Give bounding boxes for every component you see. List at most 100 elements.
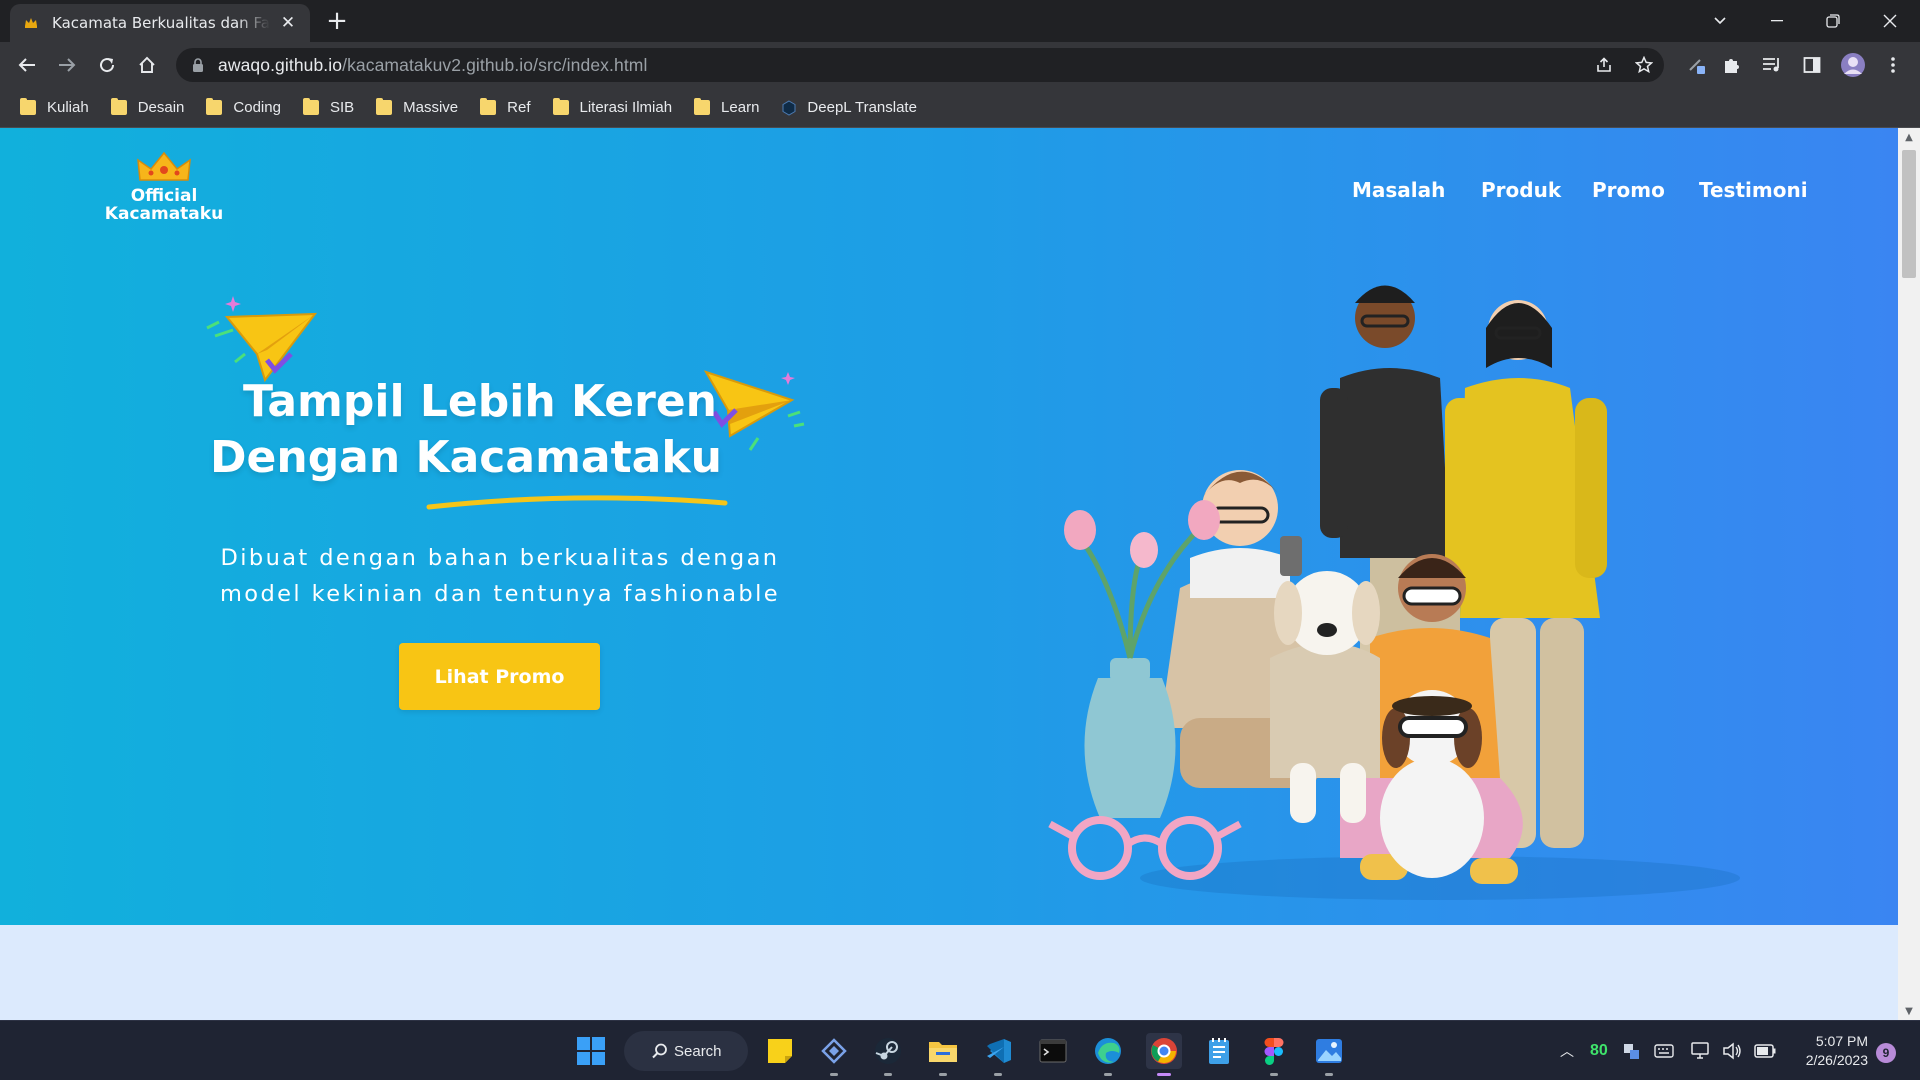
headline-underline (426, 495, 728, 510)
profile-avatar[interactable] (1838, 51, 1868, 79)
new-tab-button[interactable]: + (322, 8, 352, 34)
headline-line2: Dengan Kacamataku (210, 432, 722, 483)
figma-app[interactable] (1256, 1033, 1292, 1076)
close-window-button[interactable] (1870, 6, 1910, 36)
lihat-promo-button[interactable]: Lihat Promo (399, 643, 600, 710)
address-bar[interactable]: awaqo.github.io/kacamatakuv2.github.io/s… (176, 48, 1664, 82)
home-icon[interactable] (133, 51, 161, 79)
file-explorer-app[interactable] (925, 1033, 961, 1076)
folder-icon (694, 98, 711, 115)
figma-icon (1264, 1038, 1284, 1065)
hero-headline: Tampil Lebih Keren Dengan Kacamataku (210, 374, 850, 486)
tray-counter[interactable]: 80 (1590, 1042, 1608, 1060)
site-logo[interactable]: Official Kacamataku (96, 150, 232, 223)
minimize-button[interactable] (1757, 6, 1797, 36)
page-viewport: Official Kacamataku Masalah Produk Promo… (0, 128, 1920, 1020)
bookmark-folder[interactable]: SIB (302, 98, 354, 116)
scroll-down-icon[interactable]: ▼ (1898, 1002, 1920, 1020)
bookmark-folder[interactable]: Ref (480, 98, 531, 116)
bookmark-folder[interactable]: Kuliah (20, 98, 89, 116)
windows-logo-icon (577, 1037, 605, 1065)
tab-strip: Kacamata Berkualitas dan Fashionable ✕ + (0, 0, 1920, 42)
bookmark-folder[interactable]: Massive (376, 98, 458, 116)
extension-pen-icon[interactable] (1682, 51, 1712, 79)
hero-subtitle: Dibuat dengan bahan berkualitas dengan m… (219, 545, 780, 607)
network-icon[interactable] (1690, 1042, 1710, 1060)
vpn-app[interactable] (816, 1033, 852, 1076)
site-favicon-icon (25, 18, 37, 28)
browser-menu-icon[interactable] (1878, 51, 1908, 79)
steam-app[interactable] (870, 1033, 906, 1076)
restore-button[interactable] (1813, 6, 1853, 36)
scrollbar-thumb[interactable] (1902, 150, 1916, 278)
nav-link-testimoni[interactable]: Testimoni (1699, 178, 1808, 202)
browser-tab[interactable]: Kacamata Berkualitas dan Fashionable ✕ (10, 4, 310, 42)
keyboard-icon[interactable] (1654, 1044, 1674, 1058)
nav-link-masalah[interactable]: Masalah (1352, 178, 1445, 202)
steam-icon (875, 1038, 901, 1064)
back-icon[interactable] (13, 51, 41, 79)
bookmark-folder[interactable]: Coding (206, 98, 281, 116)
nav-link-promo[interactable]: Promo (1592, 178, 1665, 202)
share-icon[interactable] (1590, 48, 1618, 82)
volume-icon[interactable] (1722, 1042, 1742, 1060)
url-text: awaqo.github.io/kacamatakuv2.github.io/s… (218, 54, 648, 75)
hero-illustration (1048, 285, 1740, 900)
logo-text-line1: Official (130, 186, 198, 206)
folder-icon (206, 98, 223, 115)
notification-badge[interactable]: 9 (1876, 1043, 1896, 1063)
extensions-puzzle-icon[interactable] (1717, 51, 1747, 79)
tab-title: Kacamata Berkualitas dan Fashionable (52, 14, 270, 32)
hero-section: Official Kacamataku Masalah Produk Promo… (0, 128, 1898, 925)
deepl-icon (782, 99, 796, 116)
terminal-icon (1039, 1039, 1067, 1063)
sticky-notes-app[interactable] (762, 1033, 798, 1069)
tab-search-icon[interactable] (1700, 6, 1740, 36)
bookmark-folder[interactable]: Desain (110, 98, 184, 116)
dog-with-sunglasses (1380, 690, 1484, 878)
crown-icon (137, 151, 191, 181)
tray-app-icon[interactable] (1622, 1042, 1640, 1060)
folder-icon (552, 98, 569, 115)
chrome-icon (1151, 1038, 1177, 1064)
bookmark-folder[interactable]: Literasi Ilmiah (552, 98, 672, 116)
vscode-app[interactable] (980, 1033, 1016, 1076)
media-queue-icon[interactable] (1757, 51, 1787, 79)
battery-icon[interactable] (1754, 1044, 1776, 1058)
windows-taskbar: Search ︿ 80 5:07 PM 2/26/2023 9 (0, 1020, 1920, 1080)
photos-app[interactable] (1311, 1033, 1347, 1076)
folder-icon (20, 98, 36, 115)
edge-icon (1095, 1038, 1121, 1064)
system-clock[interactable]: 5:07 PM 2/26/2023 (1790, 1032, 1868, 1070)
clock-time: 5:07 PM (1815, 1033, 1868, 1049)
nav-link-produk[interactable]: Produk (1481, 178, 1561, 202)
bookmark-link[interactable]: DeepL Translate (781, 99, 917, 116)
scroll-up-icon[interactable]: ▲ (1898, 128, 1920, 146)
photos-icon (1316, 1039, 1342, 1063)
reload-icon[interactable] (93, 51, 121, 79)
folder-icon (480, 98, 497, 115)
side-panel-icon[interactable] (1797, 51, 1827, 79)
forward-icon[interactable] (53, 51, 81, 79)
notepad-app[interactable] (1201, 1033, 1237, 1069)
system-tray: ︿ 80 (1560, 1021, 1776, 1080)
folder-icon (302, 98, 319, 115)
show-hidden-icons-icon[interactable]: ︿ (1560, 1041, 1574, 1061)
terminal-app[interactable] (1035, 1033, 1071, 1069)
chrome-app[interactable] (1146, 1033, 1182, 1076)
bookmark-star-icon[interactable] (1630, 48, 1658, 82)
vpn-icon (821, 1038, 847, 1064)
bookmark-folder[interactable]: Learn (694, 98, 759, 116)
bookmarks-bar: Kuliah Desain Coding SIB Massive Ref Lit… (0, 88, 1920, 128)
tab-close-icon[interactable]: ✕ (278, 13, 298, 33)
logo-text-line2: Kacamataku (104, 204, 224, 224)
edge-app[interactable] (1090, 1033, 1126, 1076)
start-button[interactable] (573, 1033, 609, 1069)
search-icon (652, 1043, 667, 1059)
page-scrollbar[interactable]: ▲ ▼ (1898, 128, 1920, 1020)
clock-date: 2/26/2023 (1805, 1052, 1868, 1068)
notepad-icon (1209, 1038, 1229, 1064)
browser-toolbar: awaqo.github.io/kacamatakuv2.github.io/s… (0, 42, 1920, 88)
vscode-icon (987, 1039, 1011, 1063)
taskbar-search-box[interactable]: Search (624, 1031, 748, 1071)
